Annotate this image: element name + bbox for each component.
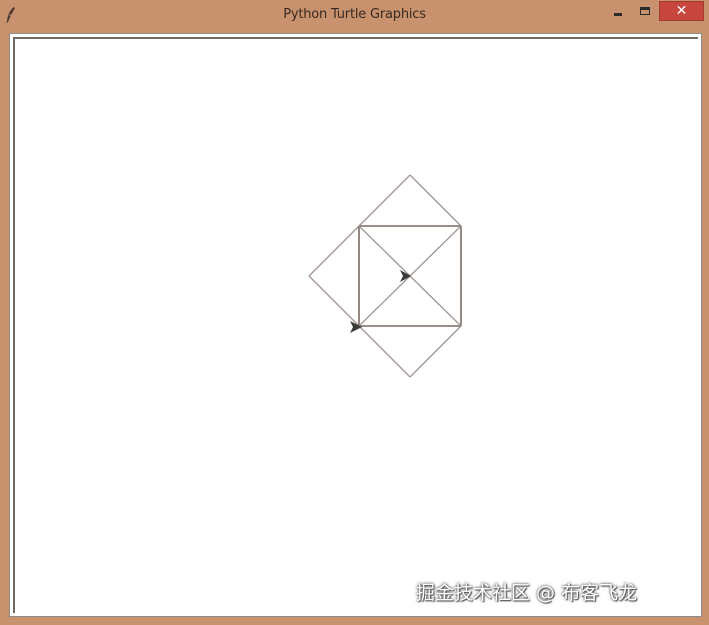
turtle-window: Python Turtle Graphics ✕ 掘金技术社区 @ 布客飞龙 (0, 0, 709, 625)
diamond-edge (308, 225, 360, 277)
watermark: 掘金技术社区 @ 布客飞龙 (416, 582, 638, 604)
upper-diamond (358, 174, 462, 227)
diamond-edge (409, 325, 462, 378)
diamond-edge (308, 275, 360, 327)
turtle-drawing (308, 174, 462, 378)
lower-diamond (358, 325, 462, 378)
diamond-edge (409, 174, 462, 227)
diamond-edge (358, 174, 411, 227)
diamond-edge (358, 325, 411, 378)
left-diamond (308, 225, 360, 327)
